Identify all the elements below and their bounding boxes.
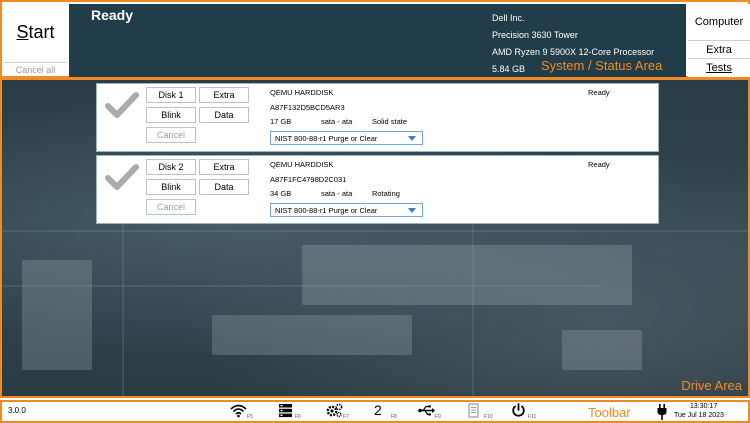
chevron-down-icon xyxy=(408,136,416,141)
cancel-button[interactable]: Cancel xyxy=(146,127,196,143)
system-status-area-label: System / Status Area xyxy=(541,58,663,73)
extra-button-label: Extra xyxy=(706,43,732,56)
system-memory: 5.84 GB xyxy=(492,64,526,74)
status-panel: Ready Dell Inc. Precision 3630 Tower AMD… xyxy=(69,4,686,77)
function-key-label: F9 xyxy=(435,414,441,420)
data-button[interactable]: Data xyxy=(199,107,249,123)
erase-method-select[interactable]: NIST 800-88-r1 Purge or Clear xyxy=(270,203,423,217)
erase-method-value: NIST 800-88-r1 Purge or Clear xyxy=(275,205,378,215)
start-button-mnemonic: S xyxy=(16,22,29,42)
function-key-label: F8 xyxy=(391,414,397,420)
drive-size: 17 GB xyxy=(270,117,292,126)
extra-button[interactable]: Extra xyxy=(688,41,750,59)
drive-serial: A87F132D5BCD5AR3 xyxy=(270,103,345,112)
background-trace xyxy=(122,220,124,396)
disk-button[interactable]: Disk 2 xyxy=(146,159,196,175)
drive-serial: A87F1FC4798D2C031 xyxy=(270,175,347,184)
system-status-area: Start Cancel all Ready Dell Inc. Precisi… xyxy=(0,0,750,78)
start-button-rest: tart xyxy=(28,22,55,42)
power-button[interactable]: F11 xyxy=(511,403,539,422)
cancel-all-button[interactable]: Cancel all xyxy=(4,62,67,77)
function-key-label: F5 xyxy=(247,414,253,420)
function-key-label: F10 xyxy=(484,414,493,420)
power-icon xyxy=(512,403,525,417)
drive-area-label: Drive Area xyxy=(681,378,742,393)
wifi-icon xyxy=(230,404,247,418)
usb-button[interactable]: F9 xyxy=(418,403,446,422)
settings-button[interactable]: F7 xyxy=(326,403,354,422)
drive-model: QEMU HARDDISK xyxy=(270,88,334,97)
chevron-down-icon xyxy=(408,208,416,213)
drives-button[interactable]: F6 xyxy=(278,403,306,422)
usb-icon xyxy=(418,405,435,416)
drive-status: Ready xyxy=(588,88,610,97)
drive-kind: Rotating xyxy=(372,189,400,198)
background-chip xyxy=(212,315,412,355)
toolbar-area-label: Toolbar xyxy=(588,405,631,420)
drive-status: Ready xyxy=(588,160,610,169)
wifi-button[interactable]: F5 xyxy=(230,403,258,422)
drive-extra-button[interactable]: Extra xyxy=(199,159,249,175)
cancel-button[interactable]: Cancel xyxy=(146,199,196,215)
drive-area: Disk 1 Extra Blink Data Cancel QEMU HARD… xyxy=(0,78,750,398)
blink-button[interactable]: Blink xyxy=(146,179,196,195)
drive-kind: Solid state xyxy=(372,117,408,126)
erase-method-value: NIST 800-88-r1 Purge or Clear xyxy=(275,133,378,143)
function-key-label: F6 xyxy=(295,414,301,420)
drive-extra-button[interactable]: Extra xyxy=(199,87,249,103)
system-cpu: AMD Ryzen 9 5900X 12-Core Processor xyxy=(492,47,655,57)
check-icon xyxy=(105,164,139,190)
status-title: Ready xyxy=(91,7,134,23)
system-manufacturer: Dell Inc. xyxy=(492,13,525,23)
disk-button[interactable]: Disk 1 xyxy=(146,87,196,103)
server-icon xyxy=(279,404,292,418)
system-model: Precision 3630 Tower xyxy=(492,30,578,40)
check-icon xyxy=(105,92,139,118)
drive-card: Disk 2 Extra Blink Data Cancel QEMU HARD… xyxy=(96,155,659,224)
background-chip xyxy=(22,260,92,370)
background-connector xyxy=(302,245,632,305)
report-button[interactable]: F10 xyxy=(467,403,495,422)
background-trace xyxy=(2,230,748,232)
toolbar: 3.0.0 F5 F6 F7 2 F8 F9 F10 F11 Toolbar 1… xyxy=(0,400,750,423)
tests-button[interactable]: Tests xyxy=(688,59,750,77)
function-key-label: F11 xyxy=(528,414,537,420)
number-two-icon: 2 xyxy=(374,402,382,418)
drive-interface: sata - ata xyxy=(321,117,353,126)
background-chip xyxy=(562,330,642,370)
blink-button[interactable]: Blink xyxy=(146,107,196,123)
drive-model: QEMU HARDDISK xyxy=(270,160,334,169)
drive-card: Disk 1 Extra Blink Data Cancel QEMU HARD… xyxy=(96,83,659,152)
start-button[interactable]: Start xyxy=(4,4,67,61)
settings-icon xyxy=(326,403,343,418)
clock-time: 13:30:17 xyxy=(690,403,718,410)
two-button[interactable]: 2 F8 xyxy=(374,403,402,422)
document-icon xyxy=(468,403,479,418)
tests-button-label: Tests xyxy=(706,62,732,74)
computer-button[interactable]: Computer xyxy=(688,4,750,41)
version-label: 3.0.0 xyxy=(8,406,26,415)
drive-interface: sata - ata xyxy=(321,189,353,198)
drive-size: 34 GB xyxy=(270,189,292,198)
clock-date: Tue Jul 18 2023 xyxy=(674,412,724,419)
data-button[interactable]: Data xyxy=(199,179,249,195)
function-key-label: F7 xyxy=(343,414,349,420)
right-menu: Computer Extra Tests xyxy=(688,4,750,77)
plug-icon xyxy=(657,404,667,420)
computer-button-label: Computer xyxy=(694,16,744,28)
erase-method-select[interactable]: NIST 800-88-r1 Purge or Clear xyxy=(270,131,423,145)
